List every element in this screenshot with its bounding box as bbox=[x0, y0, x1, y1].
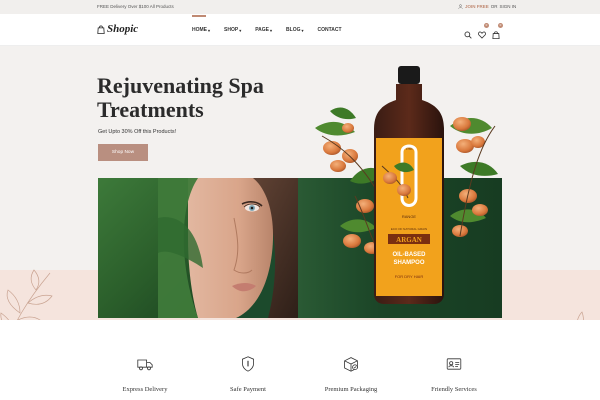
header-icons: 0 0 bbox=[464, 23, 503, 39]
logo[interactable]: Shopic bbox=[97, 23, 138, 35]
feature-label: Express Delivery bbox=[122, 386, 168, 393]
hero-title-line2: Treatments bbox=[97, 97, 204, 122]
argan-shampoo-bottle-image: THE RANGE ECO OF NATURAL GRAIN ARGAN OIL… bbox=[315, 66, 498, 304]
feature-label: Safe Payment bbox=[230, 386, 266, 393]
id-card-icon bbox=[446, 358, 462, 370]
bottle-label-range: RANGE bbox=[402, 214, 417, 219]
logo-text: Shopic bbox=[107, 23, 139, 35]
chevron-down-icon: ▾ bbox=[270, 27, 273, 33]
chevron-down-icon: ▾ bbox=[239, 27, 242, 33]
promo-text: FREE Delivery Over $100 All Products bbox=[97, 4, 174, 9]
wishlist-count-badge: 0 bbox=[484, 23, 489, 28]
cart-button[interactable]: 0 bbox=[492, 23, 503, 39]
join-free-link[interactable]: JOIN FREE bbox=[465, 4, 489, 9]
bottle-label-for: FOR DRY HAIR bbox=[395, 274, 424, 279]
nav-label: BLOG bbox=[286, 27, 301, 33]
woman-face-image bbox=[158, 178, 298, 318]
chevron-down-icon: ▾ bbox=[208, 27, 211, 33]
nav-item-home[interactable]: HOME ▾ bbox=[192, 15, 211, 33]
shield-icon bbox=[242, 356, 254, 372]
search-button[interactable] bbox=[464, 26, 472, 39]
bottle-label-type1: OIL-BASED bbox=[393, 252, 427, 258]
truck-icon bbox=[137, 359, 153, 371]
feature-safe-payment: Safe Payment bbox=[208, 356, 288, 393]
nav-item-contact[interactable]: CONTACT bbox=[318, 27, 342, 33]
package-icon bbox=[344, 357, 358, 372]
hero-subtitle: Get Upto 30% Off this Products! bbox=[98, 129, 177, 135]
nav-label: HOME bbox=[192, 27, 207, 33]
cart-count-badge: 0 bbox=[498, 23, 503, 28]
shopping-bag-logo-icon bbox=[97, 25, 105, 34]
sign-in-link[interactable]: SIGN IN bbox=[500, 4, 517, 9]
search-icon bbox=[464, 31, 472, 39]
features-strip bbox=[0, 320, 600, 400]
nav-item-blog[interactable]: BLOG ▾ bbox=[286, 27, 303, 33]
bottle-label-name: ARGAN bbox=[396, 236, 422, 244]
top-bar: FREE Delivery Over $100 All Products JOI… bbox=[0, 0, 600, 14]
chevron-down-icon: ▾ bbox=[301, 27, 304, 33]
auth-links: JOIN FREE OR SIGN IN bbox=[458, 4, 516, 9]
cart-bag-icon bbox=[492, 31, 500, 39]
main-nav: HOME ▾ SHOP ▾ PAGE ▾ BLOG ▾ CONTACT bbox=[192, 15, 342, 33]
nav-item-shop[interactable]: SHOP ▾ bbox=[224, 27, 241, 33]
main-header: Shopic HOME ▾ SHOP ▾ PAGE ▾ BLOG ▾ CONTACT 0… bbox=[0, 14, 600, 46]
feature-label: Friendly Services bbox=[431, 386, 477, 393]
feature-premium-packaging: Premium Packaging bbox=[311, 356, 391, 393]
nav-label: CONTACT bbox=[317, 27, 342, 33]
heart-icon bbox=[478, 31, 486, 39]
bottle-label-small: ECO OF NATURAL GRAIN bbox=[391, 227, 427, 231]
bottle-label-type2: SHAMPOO bbox=[393, 260, 424, 266]
nav-label: SHOP bbox=[224, 27, 239, 33]
feature-express-delivery: Express Delivery bbox=[105, 356, 185, 393]
wishlist-button[interactable]: 0 bbox=[478, 23, 489, 39]
hero-title-line1: Rejuvenating Spa bbox=[97, 73, 264, 98]
nav-label: PAGE bbox=[255, 27, 270, 33]
user-icon bbox=[458, 4, 463, 9]
nav-item-page[interactable]: PAGE ▾ bbox=[255, 27, 272, 33]
hero-title: Rejuvenating Spa Treatments bbox=[97, 74, 297, 122]
shop-now-button[interactable]: Shop Now bbox=[98, 144, 148, 161]
feature-label: Premium Packaging bbox=[324, 386, 378, 393]
or-text: OR bbox=[490, 4, 498, 9]
feature-friendly-services: Friendly Services bbox=[414, 356, 494, 393]
